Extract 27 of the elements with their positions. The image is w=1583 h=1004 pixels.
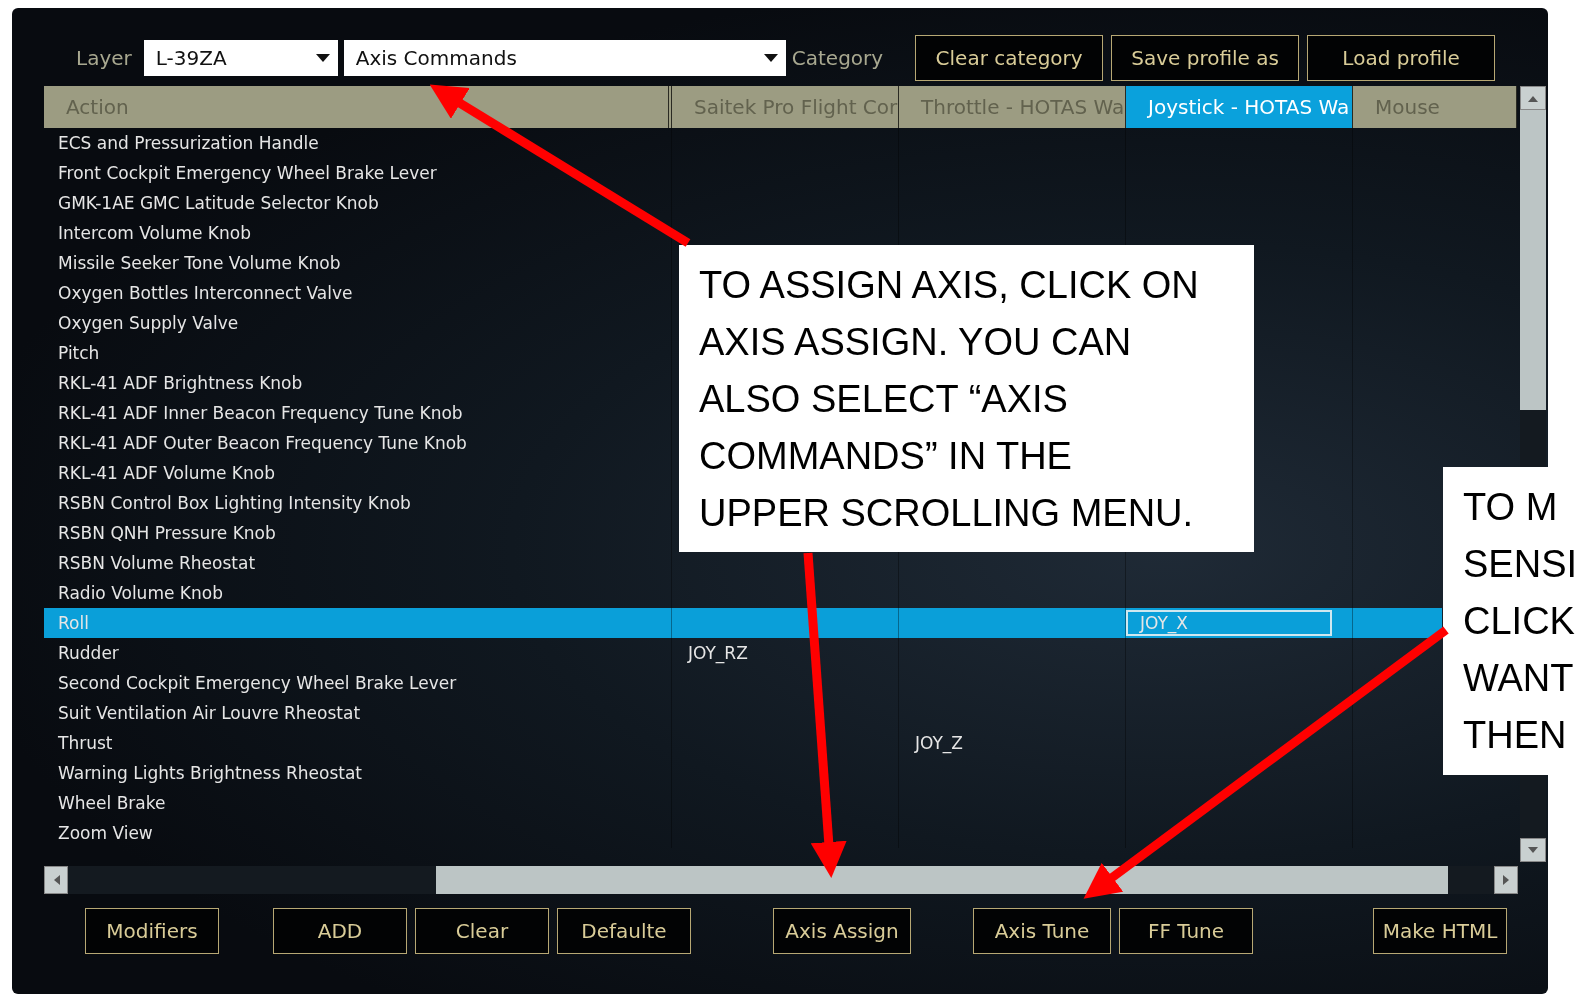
action-label: Second Cockpit Emergency Wheel Brake Lever — [58, 673, 457, 693]
action-label: Thrust — [58, 733, 113, 753]
action-label: RSBN Control Box Lighting Intensity Knob — [58, 493, 411, 513]
action-label: ECS and Pressurization Handle — [58, 133, 319, 153]
action-label: Suit Ventilation Air Louvre Rheostat — [58, 703, 361, 723]
action-label: RKL-41 ADF Volume Knob — [58, 463, 275, 483]
action-label: RKL-41 ADF Inner Beacon Frequency Tune Knob — [58, 403, 463, 423]
action-label: RSBN QNH Pressure Knob — [58, 523, 276, 543]
action-label: Oxygen Bottles Interconnect Valve — [58, 283, 353, 303]
action-label: Pitch — [58, 343, 100, 363]
action-label: RKL-41 ADF Outer Beacon Frequency Tune Knob — [58, 433, 467, 453]
action-label: Front Cockpit Emergency Wheel Brake Lever — [58, 163, 437, 183]
action-label: RSBN Volume Rheostat — [58, 553, 256, 573]
action-label: Zoom View — [58, 823, 153, 843]
category-label: Category — [791, 46, 884, 70]
action-label: Rudder — [58, 643, 119, 663]
action-label: Roll — [58, 613, 89, 633]
action-label: Intercom Volume Knob — [58, 223, 251, 243]
action-label: Wheel Brake — [58, 793, 166, 813]
action-label: Missile Seeker Tone Volume Knob — [58, 253, 341, 273]
annotation-tooltip: TO ASSIGN AXIS, CLICK ON AXIS ASSIGN. YOU CAN ALSO SELECT “AXIS COMMANDS” IN THE UPPER SCROLLING MENU. — [679, 245, 1254, 552]
action-label: Oxygen Supply Valve — [58, 313, 239, 333]
action-label: GMK-1AE GMC Latitude Selector Knob — [58, 193, 379, 213]
layer-label: Layer — [76, 46, 132, 70]
action-label: RKL-41 ADF Brightness Knob — [58, 373, 303, 393]
action-label: Warning Lights Brightness Rheostat — [58, 763, 362, 783]
action-label: Radio Volume Knob — [58, 583, 223, 603]
